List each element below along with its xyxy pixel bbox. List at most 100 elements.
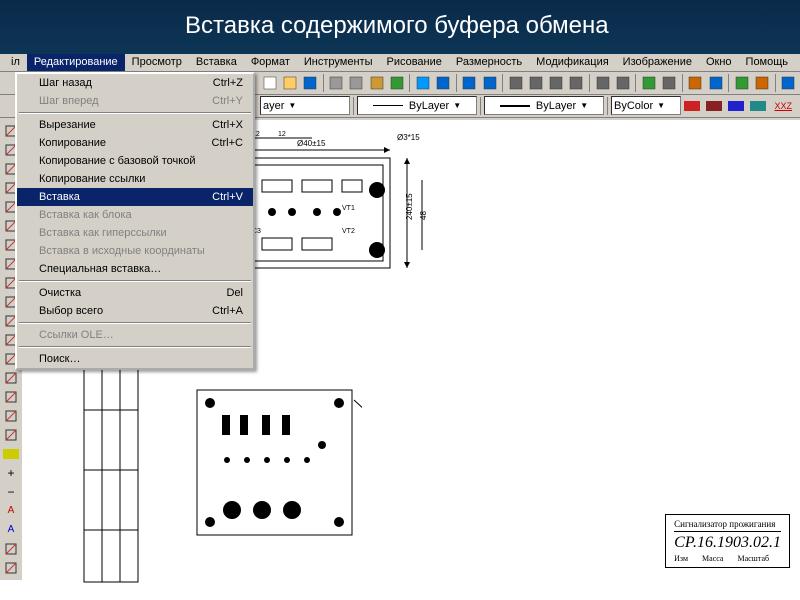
menu-item-label: Вставка в исходные координаты [39,245,205,257]
linetype-dropdown[interactable]: ByLayer ▼ [357,96,477,115]
menu-модификация[interactable]: Модификация [529,54,616,71]
menu-формат[interactable]: Формат [244,54,297,71]
save-button[interactable] [300,73,319,93]
new-button[interactable] [260,73,279,93]
zoom-win-button[interactable] [567,73,586,93]
pan-button[interactable] [506,73,525,93]
menu-item-label: Ссылки OLE… [39,329,114,341]
menu-item-label: Специальная вставка… [39,263,161,275]
copy-button[interactable] [347,73,366,93]
color-y-tool[interactable] [2,445,20,463]
lineweight-label: ByLayer [536,100,576,112]
app-blue2-button[interactable] [434,73,453,93]
plot-button[interactable] [593,73,612,93]
chevron-down-icon: ▼ [453,101,461,110]
help-button[interactable] [779,73,798,93]
menu-item--[interactable]: КопированиеCtrl+C [17,134,253,152]
menu-изображение[interactable]: Изображение [616,54,699,71]
open-button[interactable] [280,73,299,93]
label-izm: Изм [674,554,688,563]
undo-button[interactable] [460,73,479,93]
xxz-button[interactable]: XXZ [770,96,796,116]
menu-item-label: Копирование [39,137,106,149]
menu-item-label: Вставка [39,191,80,203]
menu-item-shortcut: Ctrl+X [212,119,243,131]
menu-item-shortcut: Ctrl+V [212,191,243,203]
redo-button[interactable] [480,73,499,93]
cad-application-window: iлРедактированиеПросмотрВставкаФорматИнс… [0,54,800,578]
menu-просмотр[interactable]: Просмотр [125,54,189,71]
menu-вставка[interactable]: Вставка [189,54,244,71]
block-tool[interactable] [2,388,20,406]
ucs-button[interactable] [706,73,725,93]
divide-tool[interactable] [2,407,20,425]
swatch-red-button[interactable] [682,96,702,116]
menu-item-shortcut: Ctrl+A [212,305,243,317]
match-button[interactable] [387,73,406,93]
zoom-ext-button[interactable] [547,73,566,93]
title-block: Сигнализатор прожигания СР.16.1903.02.1 … [665,514,790,568]
menu-item--[interactable]: ВырезаниеCtrl+X [17,116,253,134]
preview-button[interactable] [613,73,632,93]
menu-item--[interactable]: Вставка Ctrl+V [17,188,253,206]
menu-item--: Вставка в исходные координаты [17,242,253,260]
layer-dropdown[interactable]: ayer ▼ [260,96,350,115]
xref-button[interactable] [732,73,751,93]
paste-button[interactable] [367,73,386,93]
svg-text:VT2: VT2 [342,228,355,235]
draworder-button[interactable] [686,73,705,93]
cut-button[interactable] [327,73,346,93]
separator [323,74,324,92]
svg-text:Ø3*15: Ø3*15 [397,133,420,142]
lineweight-dropdown[interactable]: ByLayer ▼ [484,96,604,115]
menu-iл[interactable]: iл [4,54,27,71]
swatch-maroon-button[interactable] [704,96,724,116]
menu-item--[interactable]: Шаг назадCtrl+Z [17,74,253,92]
menu-размерность[interactable]: Размерность [449,54,529,71]
menu-item-label: Шаг вперед [39,95,99,107]
plus-tool[interactable]: + [2,464,20,482]
attr-a-tool[interactable]: A [2,502,20,520]
block-button[interactable] [752,73,771,93]
menu-item-label: Вставка как блока [39,209,132,221]
menu-item--[interactable]: Копирование ссылки [17,170,253,188]
color-label: ByColor [614,100,653,112]
menu-item-shortcut: Del [226,287,243,299]
separator [682,74,683,92]
menu-инструменты[interactable]: Инструменты [297,54,380,71]
title-block-desc: Сигнализатор прожигания [674,519,781,532]
swatch-blue-button[interactable] [726,96,746,116]
menu-item-label: Выбор всего [39,305,103,317]
menu-item--[interactable]: Поиск… [17,350,253,368]
edit-menu-dropdown: Шаг назадCtrl+ZШаг впередCtrl+YВырезание… [15,72,255,370]
menu-separator [19,346,251,348]
pcb-bottom-drawing [192,385,362,545]
menu-item--[interactable]: Выбор всего Ctrl+A [17,302,253,320]
tool-c-tool[interactable] [2,540,20,558]
menu-item--[interactable]: ОчисткаDel [17,284,253,302]
tool-d-tool[interactable] [2,559,20,577]
measure-tool[interactable] [2,426,20,444]
menu-item-label: Копирование ссылки [39,173,145,185]
menubar: iлРедактированиеПросмотрВставкаФорматИнс… [0,54,800,72]
zoom-button[interactable] [526,73,545,93]
color-dropdown[interactable]: ByColor ▼ [611,96,681,115]
props-button[interactable] [660,73,679,93]
menu-редактирование[interactable]: Редактирование [27,54,125,71]
mtext-tool[interactable] [2,369,20,387]
menu-окно[interactable]: Окно [699,54,739,71]
dim-text: Ø40±15 [297,139,326,148]
minus-tool[interactable]: − [2,483,20,501]
menu-помощь[interactable]: Помощь [739,54,796,71]
svg-text:VT1: VT1 [342,205,355,212]
label-scale: Масштаб [737,554,769,563]
swatch-teal-button[interactable] [748,96,768,116]
dim-button[interactable] [639,73,658,93]
menu-рисование[interactable]: Рисование [379,54,448,71]
menu-item-shortcut: Ctrl+Z [213,77,243,89]
app-blue-button[interactable] [413,73,432,93]
menu-item--[interactable]: Копирование с базовой точкой [17,152,253,170]
attr-b-tool[interactable]: A [2,521,20,539]
separator [409,74,410,92]
menu-item--[interactable]: Специальная вставка… [17,260,253,278]
